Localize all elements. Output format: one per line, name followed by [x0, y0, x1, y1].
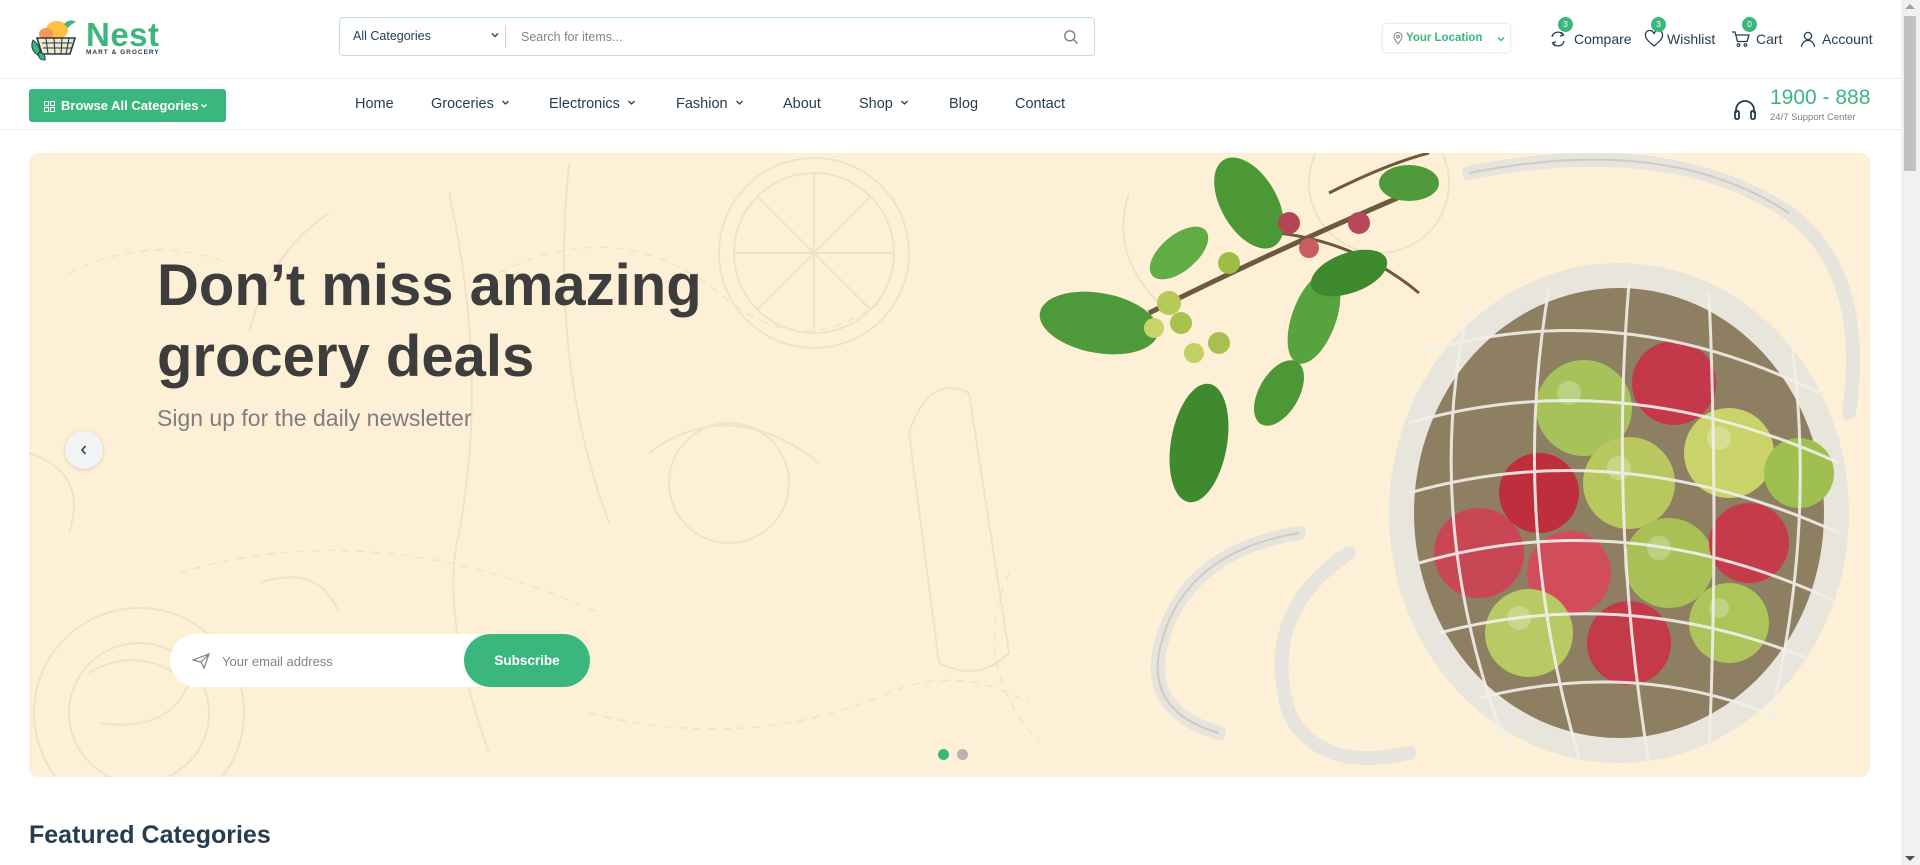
chevron-down-icon [735, 100, 743, 105]
nav-item-electronics[interactable]: Electronics [549, 96, 636, 116]
browse-categories-label: Browse All Categories [61, 98, 199, 113]
send-icon [192, 653, 210, 669]
nav-item-label: Shop [859, 96, 893, 112]
logo[interactable]: Nest MART & GROCERY [29, 16, 169, 61]
slider-dot-2[interactable] [957, 749, 968, 760]
location-select[interactable]: Your Location [1382, 23, 1511, 53]
headset-icon [1734, 100, 1756, 120]
cart-link[interactable]: 0 Cart [1731, 17, 1786, 50]
header-top: Nest MART & GROCERY All Categories Your … [0, 0, 1901, 79]
chevron-down-icon [627, 100, 635, 105]
search-category-select[interactable]: All Categories [353, 29, 431, 43]
search-input[interactable] [521, 26, 1021, 48]
support-caption: 24/7 Support Center [1770, 112, 1856, 123]
slider-prev-button[interactable] [65, 431, 103, 469]
nav-item-label: Fashion [676, 96, 728, 112]
scroll-up-arrow-icon[interactable] [1905, 4, 1915, 9]
chevron-down-icon [900, 100, 908, 105]
hero-slider: Don’t miss amazing grocery deals Sign up … [29, 153, 1870, 777]
scroll-down-arrow-icon[interactable] [1905, 856, 1915, 861]
chevron-down-icon [201, 104, 207, 108]
featured-categories-title: Featured Categories [29, 821, 271, 849]
nav-item-label: Contact [1015, 96, 1065, 112]
compare-label: Compare [1574, 31, 1632, 47]
nav-item-label: Groceries [431, 96, 494, 112]
nav-item-label: About [783, 96, 821, 112]
compare-link[interactable]: 3 Compare [1548, 17, 1632, 50]
chevron-down-icon[interactable] [490, 30, 500, 40]
hero-subtitle: Sign up for the daily newsletter [157, 405, 472, 431]
apple-bag-image [1039, 153, 1860, 765]
wishlist-count-badge: 3 [1651, 17, 1666, 32]
scrollbar-thumb[interactable] [1904, 16, 1916, 171]
email-field[interactable] [222, 650, 422, 672]
cart-count-badge: 0 [1742, 17, 1757, 32]
nav-item-shop[interactable]: Shop [859, 96, 909, 116]
account-label: Account [1822, 31, 1873, 47]
location-label: Your Location [1406, 32, 1483, 44]
browse-categories-button[interactable]: Browse All Categories [29, 89, 226, 122]
nav-item-blog[interactable]: Blog [949, 96, 978, 116]
chevron-down-icon [501, 100, 509, 105]
compare-icon [1551, 31, 1565, 47]
chevron-down-icon [1497, 37, 1505, 42]
map-pin-icon [1393, 32, 1403, 45]
account-link[interactable]: Account [1800, 26, 1873, 50]
cart-icon [1732, 31, 1750, 47]
cart-label: Cart [1756, 31, 1783, 47]
nav-item-label: Electronics [549, 96, 620, 112]
slider-dot-1[interactable] [938, 749, 949, 760]
grid-icon [44, 101, 55, 112]
hero-title-line-2: grocery deals [157, 324, 535, 389]
logo-tagline: MART & GROCERY [86, 49, 160, 56]
nav-item-label: Home [355, 96, 394, 112]
subscribe-button[interactable]: Subscribe [464, 634, 590, 687]
nav-item-label: Blog [949, 96, 979, 112]
basket-logo-icon [31, 20, 77, 61]
hero-title-line-1: Don’t miss amazing [157, 253, 702, 318]
nav-item-groceries[interactable]: Groceries [431, 96, 510, 116]
compare-count-badge: 3 [1558, 17, 1573, 32]
nav-item-contact[interactable]: Contact [1015, 96, 1065, 116]
page-scrollbar[interactable] [1901, 0, 1920, 865]
search-bar: All Categories [339, 17, 1095, 56]
nav-item-home[interactable]: Home [355, 96, 394, 116]
user-icon [1800, 31, 1816, 48]
nav-item-fashion[interactable]: Fashion [676, 96, 744, 116]
wishlist-label: Wishlist [1667, 31, 1716, 47]
main-nav-bar: Browse All Categories Home Groceries Ele… [0, 80, 1901, 130]
search-divider [505, 26, 506, 48]
heart-icon [1644, 30, 1664, 47]
wishlist-link[interactable]: 3 Wishlist [1644, 17, 1716, 50]
chevron-left-icon [80, 445, 87, 455]
page: Nest MART & GROCERY All Categories Your … [0, 0, 1901, 865]
nav-item-about[interactable]: About [783, 96, 821, 116]
support-contact[interactable]: 1900 - 888 24/7 Support Center [1730, 86, 1870, 126]
search-icon[interactable] [1063, 29, 1079, 45]
hero-title: Don’t miss amazing grocery deals [157, 250, 777, 392]
support-phone: 1900 - 888 [1770, 86, 1871, 109]
